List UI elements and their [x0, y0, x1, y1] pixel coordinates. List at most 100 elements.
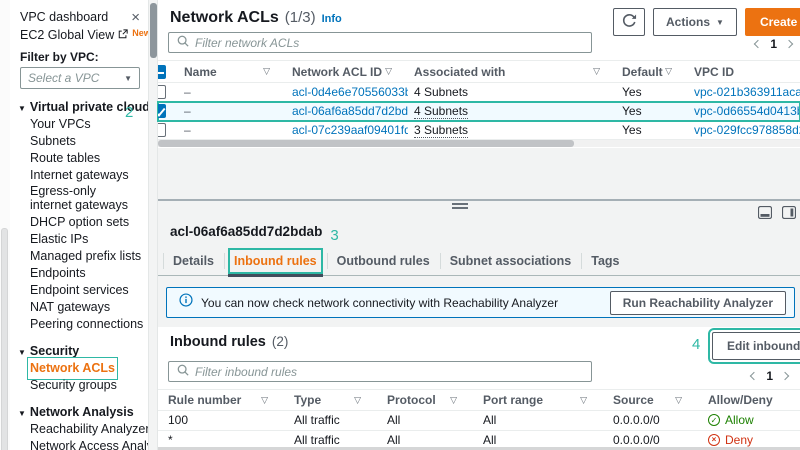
rule-port-range: All [473, 433, 603, 447]
sidebar-nav: ▼Virtual private cloud Your VPCs Subnets… [10, 99, 148, 450]
rule-source: 0.0.0.0/0 [603, 433, 698, 447]
allow-deny-icon: ✓ [708, 414, 720, 426]
sidebar-item[interactable]: ▼Security [10, 343, 148, 360]
panel-divider [158, 199, 800, 201]
create-network-acl-button[interactable]: Create network ACL [745, 8, 800, 36]
inbound-rules-count: (2) [272, 334, 289, 349]
search-icon [169, 363, 195, 381]
acl-table-body: – acl-0d4e6e70556033b7f 4 Subnets Yes vp… [158, 83, 800, 140]
sort-icon[interactable]: ▽ [450, 395, 457, 406]
sidebar-item[interactable]: DHCP option sets [10, 214, 148, 231]
previous-page-icon[interactable] [750, 372, 758, 380]
acl-id-link[interactable]: acl-06af6a85dd7d2bdab [292, 104, 408, 118]
next-page-icon[interactable] [785, 40, 793, 48]
sort-icon[interactable]: ▽ [580, 395, 587, 406]
vpc-id-link[interactable]: vpc-029fcc978858d22f5 [694, 123, 800, 137]
row-checkbox[interactable] [158, 85, 166, 99]
sidebar-item[interactable]: Network ACLs1 [10, 360, 148, 377]
inbound-rules-pagination: 1 [751, 369, 788, 383]
row-checkbox[interactable] [158, 123, 166, 137]
split-horizontal-icon[interactable] [758, 206, 772, 224]
acl-name: – [178, 85, 286, 99]
tab[interactable]: Tags [581, 246, 629, 275]
sidebar-item[interactable]: Route tables [10, 150, 148, 167]
sidebar-item-vpc-dashboard[interactable]: VPC dashboard [20, 10, 108, 24]
sort-icon[interactable]: ▽ [261, 395, 268, 406]
sidebar-item[interactable]: Endpoint services [10, 282, 148, 299]
sort-icon[interactable]: ▽ [385, 66, 392, 77]
sidebar-item[interactable]: Endpoints [10, 265, 148, 282]
sidebar-item[interactable]: NAT gateways [10, 299, 148, 316]
sort-icon[interactable]: ▽ [665, 66, 672, 77]
acl-id-link[interactable]: acl-07c239aaf09401fd7 [292, 123, 408, 137]
main-content: Network ACLs (1/3) Info Actions▼ Create … [158, 0, 800, 450]
next-page-icon[interactable] [781, 372, 789, 380]
default-value: Yes [616, 123, 688, 137]
section-collapse-icon[interactable]: ▼ [18, 409, 26, 418]
vpc-id-link[interactable]: vpc-021b363911aca3628 / [694, 85, 800, 99]
section-collapse-icon[interactable]: ▼ [18, 348, 26, 357]
sort-icon[interactable]: ▽ [593, 66, 600, 77]
actions-button[interactable]: Actions▼ [653, 8, 737, 36]
sidebar-item[interactable]: Peering connections [10, 316, 148, 333]
detail-tabs: Details Inbound rules Outbound rules Sub… [158, 246, 800, 276]
sidebar-item[interactable]: Network Access Analyzer [10, 438, 148, 450]
select-all-checkbox[interactable] [158, 65, 166, 79]
acl-table-row[interactable]: 2 – acl-06af6a85dd7d2bdab 4 Subnets Yes … [158, 102, 800, 121]
info-link[interactable]: Info [322, 13, 342, 25]
panel-resize-handle[interactable] [452, 203, 468, 211]
inbound-rules-title: Inbound rules [170, 334, 266, 350]
refresh-button[interactable] [613, 8, 645, 36]
inbound-rules-body: 100 All traffic All All 0.0.0.0/0 ✓ Allo… [158, 411, 800, 450]
acl-table-row[interactable]: – acl-0d4e6e70556033b7f 4 Subnets Yes vp… [158, 83, 800, 102]
row-checkbox[interactable] [158, 104, 166, 118]
sidebar-item[interactable]: Managed prefix lists [10, 248, 148, 265]
sidebar-item[interactable]: Internet gateways [10, 167, 148, 184]
split-vertical-icon[interactable] [782, 206, 796, 224]
acl-table-row[interactable]: – acl-07c239aaf09401fd7 3 Subnets Yes vp… [158, 121, 800, 140]
run-reachability-analyzer-button[interactable]: Run Reachability Analyzer [610, 291, 786, 315]
tab[interactable]: Inbound rules [224, 246, 327, 275]
network-acls-list-panel: Network ACLs (1/3) Info Actions▼ Create … [158, 0, 800, 148]
rule-protocol: All [377, 413, 473, 427]
sidebar-scrollbar[interactable] [148, 0, 158, 450]
acl-id-link[interactable]: acl-0d4e6e70556033b7f [292, 85, 408, 99]
sidebar-item[interactable]: Security groups [10, 377, 148, 394]
sort-icon[interactable]: ▽ [354, 395, 361, 406]
sidebar-item[interactable]: Egress-only internet gateways [10, 184, 148, 214]
edit-inbound-rules-button[interactable]: Edit inbound rules [712, 332, 800, 360]
horizontal-scrollbar-thumb[interactable] [158, 140, 574, 147]
tab[interactable]: Subnet associations [440, 246, 582, 275]
page-scrollbar[interactable] [0, 0, 10, 450]
inbound-rules-filter-input[interactable] [195, 362, 591, 381]
close-icon[interactable]: × [131, 10, 140, 25]
tab[interactable]: Outbound rules [327, 246, 440, 275]
previous-page-icon[interactable] [754, 40, 762, 48]
current-page[interactable]: 1 [770, 37, 777, 51]
associated-subnets[interactable]: 4 Subnets [414, 104, 468, 119]
horizontal-scrollbar[interactable] [158, 140, 800, 147]
detail-panel-title: acl-06af6a85dd7d2bdab3 [170, 224, 339, 239]
allow-deny-label: Allow [725, 413, 754, 427]
vpc-selector[interactable]: Select a VPC ▼ [20, 67, 140, 89]
sidebar-item[interactable]: ▼Network Analysis [10, 404, 148, 421]
sidebar-item[interactable]: Reachability Analyzer [10, 421, 148, 438]
vpc-id-link[interactable]: vpc-0d66554d0413b49fe / [694, 104, 800, 118]
sort-icon[interactable]: ▽ [263, 66, 270, 77]
banner-text: You can now check network connectivity w… [201, 296, 558, 310]
sidebar-item[interactable]: Elastic IPs [10, 231, 148, 248]
associated-subnets[interactable]: 3 Subnets [414, 123, 468, 138]
acl-table: Name▽ Network ACL ID▽ Associated with▽ D… [158, 60, 800, 140]
associated-subnets[interactable]: 4 Subnets [414, 85, 468, 99]
sort-icon[interactable]: ▽ [675, 395, 682, 406]
sidebar-scrollbar-thumb[interactable] [150, 3, 157, 58]
current-page[interactable]: 1 [766, 369, 773, 383]
acl-filter-input[interactable] [195, 33, 591, 52]
page-scrollbar-thumb[interactable] [1, 228, 8, 450]
sidebar-item-ec2-global-view[interactable]: EC2 Global View [20, 28, 114, 42]
section-collapse-icon[interactable]: ▼ [18, 104, 26, 113]
tab[interactable]: Details [163, 246, 224, 275]
inbound-rule-row[interactable]: 100 All traffic All All 0.0.0.0/0 ✓ Allo… [158, 411, 800, 431]
inbound-rules-table: Rule number▽ Type▽ Protocol▽ Port range▽… [158, 389, 800, 450]
sidebar-item[interactable]: Subnets [10, 133, 148, 150]
